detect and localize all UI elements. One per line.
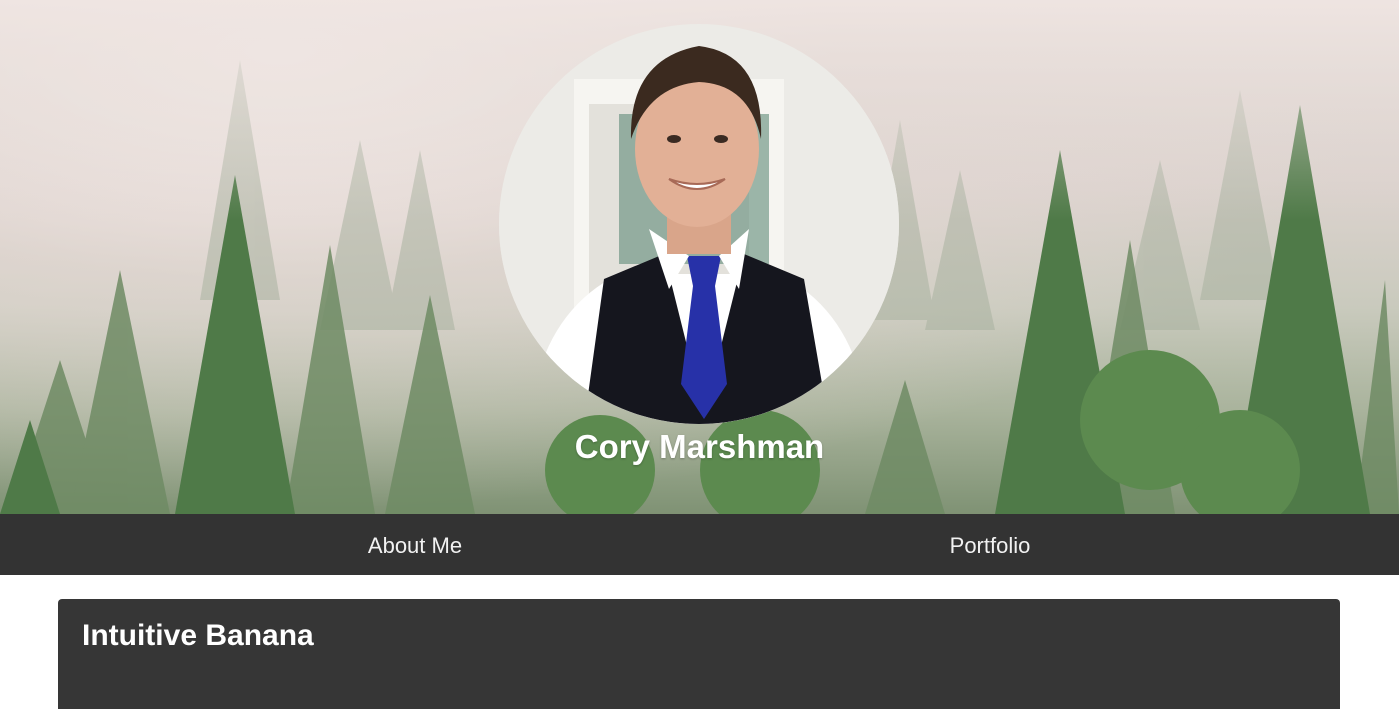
profile-avatar [499,24,899,424]
nav-item-portfolio[interactable]: Portfolio [865,514,1115,575]
hero-banner: Cory Marshman [0,0,1399,514]
nav-item-about-me[interactable]: About Me [290,514,540,575]
card-title: Intuitive Banana [82,619,314,652]
profile-photo-icon [499,24,899,424]
profile-name: Cory Marshman [574,428,825,465]
main-navbar: About Me Portfolio [0,514,1399,575]
